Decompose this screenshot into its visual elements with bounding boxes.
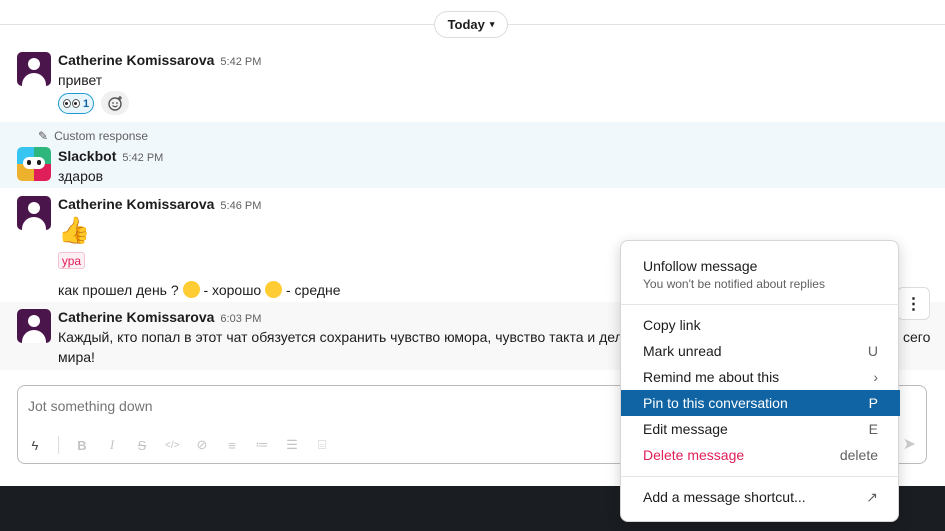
ordered-list-icon[interactable]: ≡ (225, 438, 239, 453)
avatar[interactable] (17, 309, 51, 343)
message-timestamp[interactable]: 5:46 PM (220, 200, 261, 212)
day-divider-button[interactable]: Today ▾ (434, 11, 508, 38)
message-text: привет (58, 72, 103, 88)
message-author[interactable]: Slackbot 5:42 PM (58, 148, 163, 164)
custom-response-note: ✎ Custom response (38, 129, 149, 143)
send-icon[interactable]: ➤ (903, 434, 916, 454)
external-link-icon: ↗ (866, 488, 878, 505)
message-text-line2: мира! (58, 349, 95, 365)
strikethrough-icon[interactable]: S (135, 438, 149, 453)
message-context-menu: Unfollow message You won't be notified a… (620, 240, 900, 522)
message-text: как прошел день ? - хорошо - средне (58, 281, 341, 298)
message-author[interactable]: Catherine Komissarova 6:03 PM (58, 309, 261, 325)
more-actions-button[interactable]: ⋮ (897, 287, 930, 320)
chevron-down-icon: ▾ (489, 19, 495, 29)
menu-item-copy-link[interactable]: Copy link (621, 312, 900, 338)
menu-item-edit-message[interactable]: Edit message E (621, 416, 900, 442)
message-text-overflow: сего (903, 329, 931, 345)
toolbar-separator (58, 436, 59, 454)
link-icon[interactable]: ⊘ (195, 437, 209, 453)
blockquote-icon[interactable]: ☰ (285, 437, 299, 453)
avatar[interactable] (17, 196, 51, 230)
message-text: здаров (58, 168, 104, 184)
slightly-smiling-face-icon (182, 281, 200, 298)
message-timestamp[interactable]: 6:03 PM (220, 313, 261, 325)
message-author[interactable]: Catherine Komissarova 5:46 PM (58, 196, 261, 212)
message-timestamp[interactable]: 5:42 PM (122, 152, 163, 164)
menu-item-mark-unread[interactable]: Mark unread U (621, 338, 900, 364)
menu-item-pin-conversation[interactable]: Pin to this conversation P (621, 390, 900, 416)
code-icon[interactable]: </> (165, 440, 179, 451)
shortcuts-bolt-icon[interactable]: ϟ (28, 438, 42, 453)
italic-icon[interactable]: I (105, 437, 119, 453)
reaction-eyes[interactable]: 1 (58, 93, 94, 114)
pencil-icon: ✎ (38, 129, 49, 143)
menu-item-delete-message[interactable]: Delete message delete (621, 442, 900, 468)
avatar[interactable] (17, 52, 51, 86)
unfollow-message-item[interactable]: Unfollow message You won't be notified a… (643, 258, 825, 291)
add-emoji-icon (107, 95, 122, 111)
thumbs-up-emoji: 👍 (58, 215, 91, 245)
menu-divider (621, 304, 900, 305)
unfollow-title: Unfollow message (643, 258, 758, 274)
chevron-right-icon: › (873, 369, 878, 385)
menu-divider (621, 476, 900, 477)
bulleted-list-icon[interactable]: ≔ (255, 437, 269, 453)
more-vertical-icon: ⋮ (905, 295, 922, 313)
custom-emoji-text: ура (58, 252, 85, 269)
menu-item-add-shortcut[interactable]: Add a message shortcut... ↗ (621, 484, 900, 510)
thinking-face-icon (265, 281, 283, 298)
message-text: Каждый, кто попал в этот чат обязуется с… (58, 329, 623, 345)
reaction-count: 1 (82, 97, 90, 110)
eyes-emoji-icon (62, 99, 80, 108)
menu-item-remind-me[interactable]: Remind me about this › (621, 364, 900, 390)
unfollow-subtitle: You won't be notified about replies (643, 277, 825, 291)
message-input[interactable] (28, 398, 628, 414)
message-timestamp[interactable]: 5:42 PM (220, 56, 261, 68)
bold-icon[interactable]: B (75, 438, 89, 453)
slackbot-avatar[interactable] (17, 147, 51, 181)
day-divider-label: Today (447, 17, 485, 32)
formatting-toolbar: ϟ B I S </> ⊘ ≡ ≔ ☰ ⌸ (28, 436, 329, 454)
code-block-icon[interactable]: ⌸ (315, 437, 329, 453)
message-author[interactable]: Catherine Komissarova 5:42 PM (58, 52, 261, 68)
add-reaction-button[interactable] (101, 91, 129, 115)
